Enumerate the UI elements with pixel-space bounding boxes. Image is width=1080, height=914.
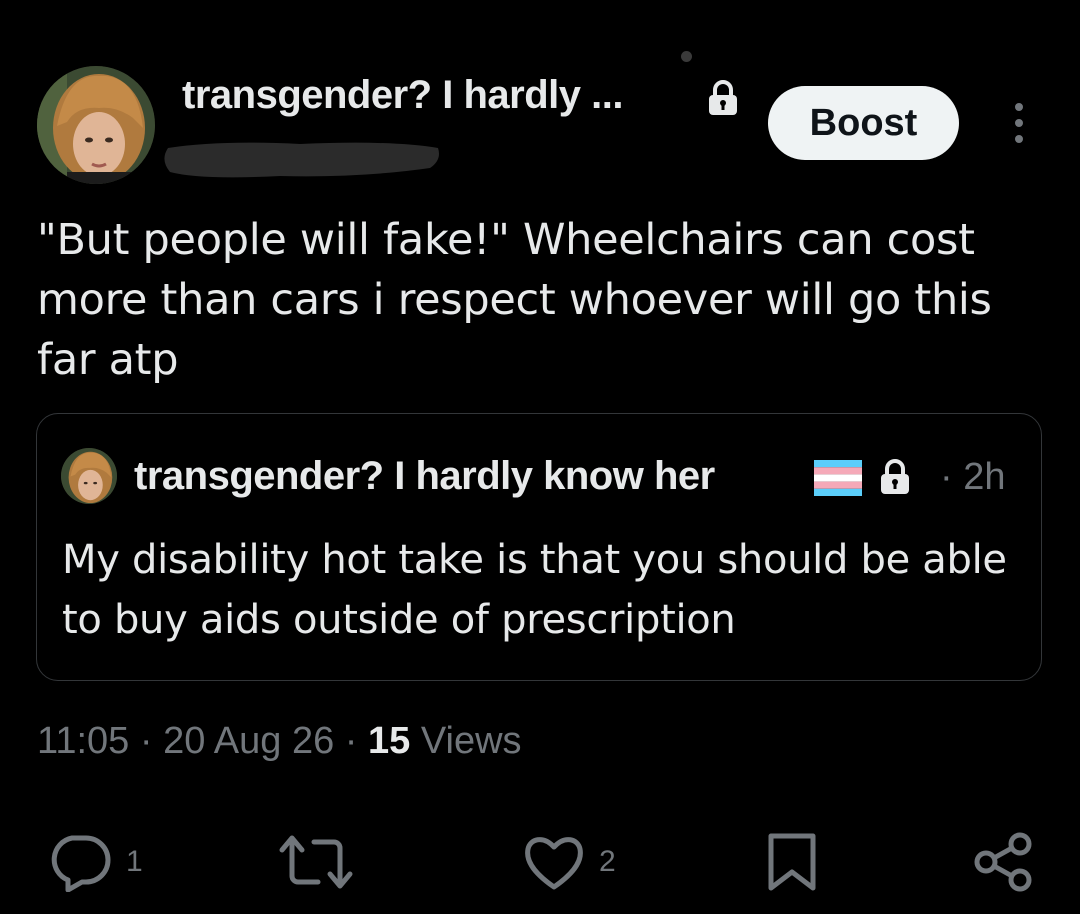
post-meta: 11:05 · 20 Aug 26 · 15 Views xyxy=(37,720,522,763)
reply-icon xyxy=(48,832,112,892)
like-icon xyxy=(523,833,585,891)
separator: · xyxy=(344,720,358,762)
boost-button[interactable]: Boost xyxy=(768,86,959,160)
like-button[interactable]: 2 xyxy=(523,832,616,892)
views-label[interactable]: Views xyxy=(421,720,522,762)
repost-icon xyxy=(278,832,354,892)
post-date: 20 Aug 26 xyxy=(163,720,335,762)
quoted-text: My disability hot take is that you shoul… xyxy=(62,537,1007,643)
share-button[interactable] xyxy=(972,832,1034,892)
reply-button[interactable]: 1 xyxy=(48,832,143,892)
avatar[interactable] xyxy=(37,66,155,184)
more-icon[interactable] xyxy=(1008,100,1030,146)
bookmark-icon xyxy=(765,832,819,892)
views-count[interactable]: 15 xyxy=(368,720,410,762)
quoted-timestamp: · 2h xyxy=(940,456,1006,498)
trans-flag-icon xyxy=(814,460,862,496)
like-count: 2 xyxy=(599,845,616,878)
unread-dot xyxy=(681,51,692,62)
lock-icon xyxy=(706,80,740,116)
bookmark-button[interactable] xyxy=(765,832,819,892)
separator: · xyxy=(139,720,153,762)
reply-count: 1 xyxy=(126,845,143,878)
redacted-handle xyxy=(160,138,442,182)
repost-button[interactable] xyxy=(278,832,354,892)
quoted-display-name: transgender? I hardly know her xyxy=(134,454,715,498)
display-name[interactable]: transgender? I hardly ... xyxy=(182,73,623,118)
quoted-avatar xyxy=(61,448,117,504)
post-text: "But people will fake!" Wheelchairs can … xyxy=(37,215,992,385)
lock-icon xyxy=(878,458,912,496)
post-time: 11:05 xyxy=(37,720,130,762)
share-icon xyxy=(972,832,1034,892)
